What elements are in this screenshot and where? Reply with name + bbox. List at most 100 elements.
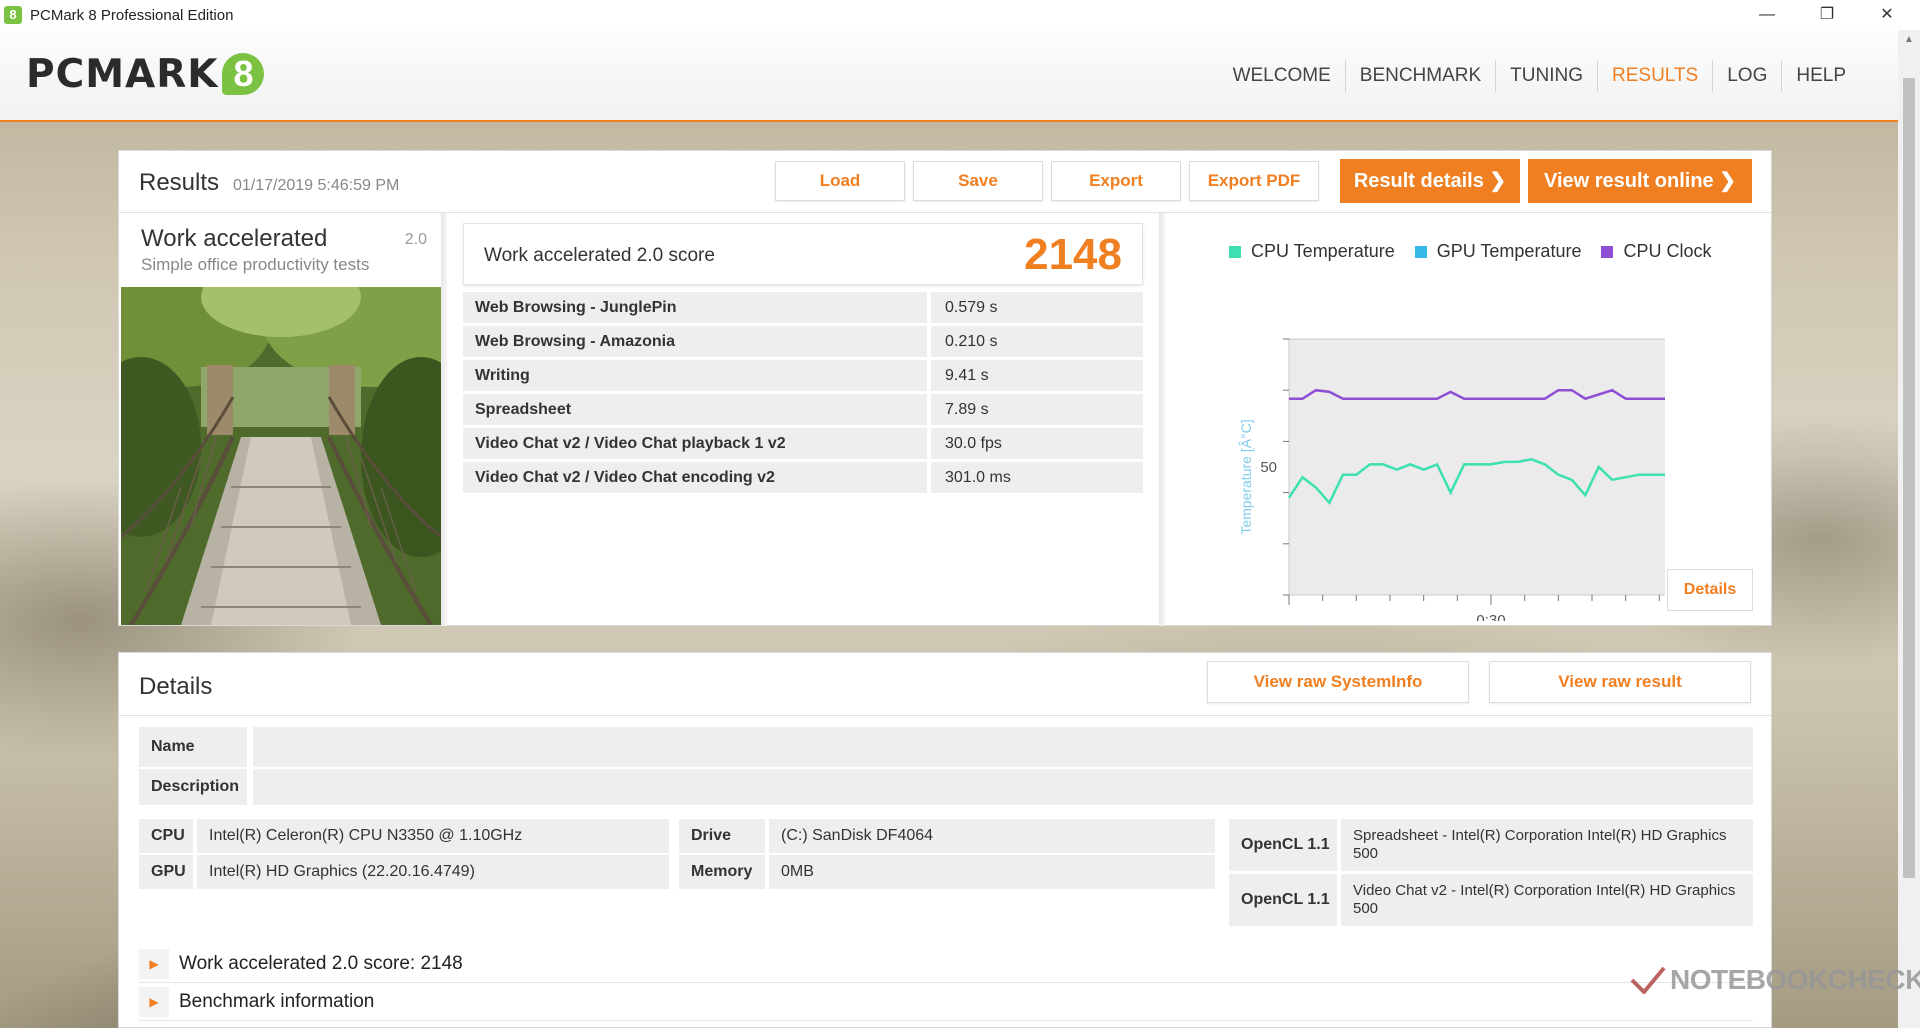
result-value: 7.89 s — [931, 394, 1143, 425]
nav-help[interactable]: HELP — [1781, 60, 1860, 92]
y-left-tick-label: 50 — [1260, 459, 1277, 476]
result-name: Video Chat v2 / Video Chat playback 1 v2 — [463, 428, 927, 459]
section-score-expander[interactable]: ▶ Work accelerated 2.0 score: 2148 — [139, 947, 1753, 983]
view-result-online-button[interactable]: View result online ❯ — [1528, 159, 1752, 203]
window-title: PCMark 8 Professional Edition — [30, 6, 234, 24]
legend-label: CPU Clock — [1623, 241, 1712, 261]
legend-cpu-clock: CPU Clock — [1601, 241, 1711, 262]
chart-details-button[interactable]: Details — [1667, 569, 1753, 611]
cpu-value: Intel(R) Celeron(R) CPU N3350 @ 1.10GHz — [197, 819, 669, 853]
result-row: Web Browsing - JunglePin 0.579 s — [463, 292, 1143, 323]
result-name: Writing — [463, 360, 927, 391]
main-nav: WELCOME BENCHMARK TUNING RESULTS LOG HEL… — [1219, 60, 1860, 92]
test-version: 2.0 — [404, 231, 427, 248]
name-label: Name — [139, 727, 247, 767]
score-box: Work accelerated 2.0 score 2148 — [463, 223, 1143, 285]
view-raw-result-button[interactable]: View raw result — [1489, 661, 1751, 703]
nav-tuning[interactable]: TUNING — [1495, 60, 1597, 92]
section-title: Benchmark information — [179, 991, 375, 1012]
y-left-axis-label: Temperature [Â°C] — [1238, 419, 1254, 534]
app-header: PCMARK 8 WELCOME BENCHMARK TUNING RESULT… — [0, 30, 1898, 122]
view-raw-systeminfo-button[interactable]: View raw SystemInfo — [1207, 661, 1469, 703]
result-row: Spreadsheet 7.89 s — [463, 394, 1143, 425]
memory-value: 0MB — [769, 855, 1215, 889]
plot-area — [1288, 338, 1665, 596]
scrollbar-thumb[interactable] — [1903, 78, 1915, 878]
result-row: Web Browsing - Amazonia 0.210 s — [463, 326, 1143, 357]
chart-legend: CPU Temperature GPU Temperature CPU Cloc… — [1229, 241, 1731, 262]
result-row: Video Chat v2 / Video Chat playback 1 v2… — [463, 428, 1143, 459]
minimize-button[interactable]: — — [1744, 0, 1790, 30]
legend-label: CPU Temperature — [1251, 241, 1395, 261]
nav-benchmark[interactable]: BENCHMARK — [1344, 60, 1495, 92]
opencl-value: Spreadsheet - Intel(R) Corporation Intel… — [1341, 819, 1753, 871]
result-value: 0.579 s — [931, 292, 1143, 323]
load-button[interactable]: Load — [775, 161, 905, 201]
results-title: Results — [139, 169, 220, 196]
results-header: Results 01/17/2019 5:46:59 PM Load Save … — [119, 151, 1771, 213]
cpu-label: CPU — [139, 819, 193, 853]
window-titlebar: 8 PCMark 8 Professional Edition — ❐ ✕ — [0, 0, 1920, 30]
logo-digit: 8 — [222, 53, 265, 95]
scroll-up-icon[interactable]: ▲ — [1898, 34, 1920, 45]
gpu-value: Intel(R) HD Graphics (22.20.16.4749) — [197, 855, 669, 889]
opencl-label: OpenCL 1.1 — [1229, 819, 1337, 871]
section-title: Work accelerated 2.0 score: 2148 — [179, 953, 463, 974]
test-info: Work accelerated 2.0 Simple office produ… — [119, 213, 441, 626]
section-benchmark-info-expander[interactable]: ▶ Benchmark information — [139, 985, 1753, 1021]
notebookcheck-watermark: NOTEBOOKCHECK — [1630, 964, 1920, 996]
details-panel: Details View raw SystemInfo View raw res… — [118, 652, 1772, 1028]
nav-results[interactable]: RESULTS — [1597, 60, 1712, 92]
restore-button[interactable]: ❐ — [1804, 0, 1850, 30]
expand-arrow-icon[interactable]: ▶ — [139, 987, 169, 1017]
description-label: Description — [139, 769, 247, 805]
result-name: Spreadsheet — [463, 394, 927, 425]
opencl-label: OpenCL 1.1 — [1229, 874, 1337, 926]
result-value: 0.210 s — [931, 326, 1143, 357]
legend-cpu-temperature: CPU Temperature — [1229, 241, 1395, 262]
export-button[interactable]: Export — [1051, 161, 1181, 201]
result-value: 301.0 ms — [931, 462, 1143, 493]
details-divider — [119, 715, 1771, 716]
name-value — [253, 727, 1753, 767]
watermark-text: NOTEBOOKCHECK — [1670, 964, 1920, 995]
expand-arrow-icon[interactable]: ▶ — [139, 949, 169, 979]
close-button[interactable]: ✕ — [1864, 0, 1910, 30]
x-tick-label: 0:30 — [1476, 612, 1505, 621]
opencl-value: Video Chat v2 - Intel(R) Corporation Int… — [1341, 874, 1753, 926]
gpu-label: GPU — [139, 855, 193, 889]
description-value — [253, 769, 1753, 805]
legend-label: GPU Temperature — [1436, 241, 1582, 261]
results-panel: Results 01/17/2019 5:46:59 PM Load Save … — [118, 150, 1772, 626]
result-name: Web Browsing - Amazonia — [463, 326, 927, 357]
test-subtitle: Simple office productivity tests — [141, 255, 370, 274]
memory-label: Memory — [679, 855, 765, 889]
sensor-chart: 0:301:00Time [s]50Temperature [Â°C]30002… — [1238, 338, 1665, 621]
pcmark-app-icon: 8 — [4, 6, 22, 24]
details-title: Details — [139, 673, 213, 700]
result-details-button[interactable]: Result details ❯ — [1340, 159, 1520, 203]
column-divider — [441, 213, 447, 626]
result-value: 9.41 s — [931, 360, 1143, 391]
legend-gpu-temperature: GPU Temperature — [1414, 241, 1582, 262]
results-date: 01/17/2019 5:46:59 PM — [233, 177, 400, 194]
pcmark-logo: PCMARK 8 — [26, 52, 265, 97]
score-label: Work accelerated 2.0 score — [484, 245, 715, 266]
nav-log[interactable]: LOG — [1712, 60, 1781, 92]
result-value: 30.0 fps — [931, 428, 1143, 459]
result-name: Web Browsing - JunglePin — [463, 292, 927, 323]
test-image-bridge — [121, 287, 441, 625]
vertical-scrollbar[interactable]: ▲ — [1898, 30, 1920, 1028]
export-pdf-button[interactable]: Export PDF — [1189, 161, 1319, 201]
result-row: Writing 9.41 s — [463, 360, 1143, 391]
drive-label: Drive — [679, 819, 765, 853]
checkmark-icon — [1630, 966, 1666, 994]
drive-value: (C:) SanDisk DF4064 — [769, 819, 1215, 853]
legend-swatch — [1229, 245, 1241, 258]
nav-welcome[interactable]: WELCOME — [1219, 60, 1345, 92]
result-row: Video Chat v2 / Video Chat encoding v2 3… — [463, 462, 1143, 493]
test-name: Work accelerated — [141, 225, 328, 252]
legend-swatch — [1601, 245, 1614, 258]
score-value: 2148 — [1024, 230, 1122, 279]
save-button[interactable]: Save — [913, 161, 1043, 201]
